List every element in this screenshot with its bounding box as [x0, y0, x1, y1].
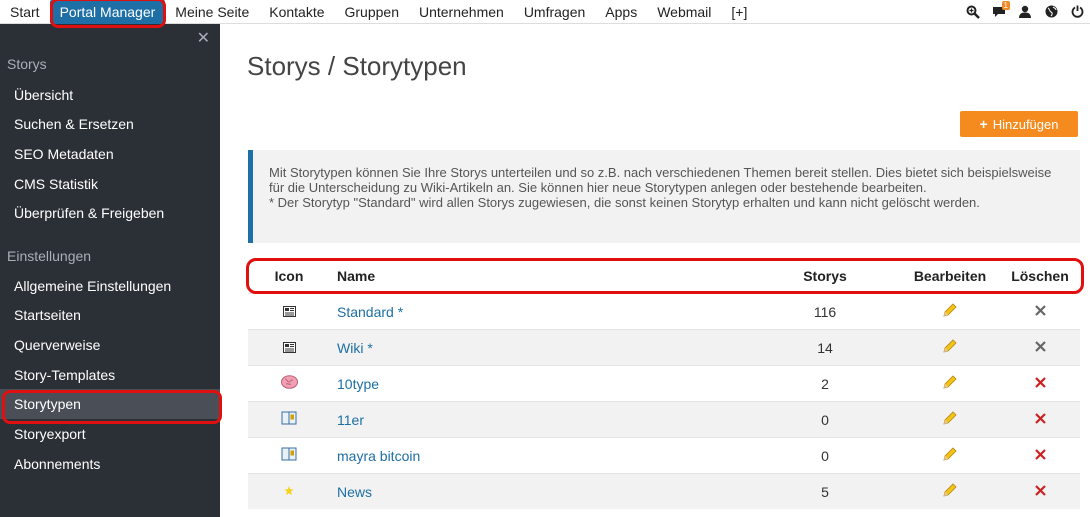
- story-count: 2: [821, 375, 829, 392]
- header-bearbeiten: Bearbeiten: [913, 267, 987, 284]
- sidebar-item-ueberpruefen[interactable]: Überprüfen & Freigeben: [0, 198, 220, 228]
- storytype-link[interactable]: Wiki *: [337, 340, 373, 356]
- sidebar-item-story-templates[interactable]: Story-Templates: [0, 360, 220, 390]
- delete-icon[interactable]: [1034, 376, 1047, 392]
- close-sidebar-icon[interactable]: ✕: [197, 28, 210, 48]
- book-icon: [281, 447, 297, 464]
- notification-badge: 1: [1001, 0, 1010, 10]
- pencil-icon[interactable]: [942, 446, 958, 465]
- plus-icon: +: [979, 116, 988, 132]
- pencil-icon[interactable]: [942, 302, 958, 321]
- table-row: News 5: [248, 473, 1080, 509]
- sidebar-section-storys: Storys: [7, 56, 47, 72]
- top-navigation: Start Portal Manager Meine Seite Kontakt…: [0, 0, 1090, 24]
- story-count: 14: [817, 339, 833, 356]
- table-row: 10type 2: [248, 365, 1080, 401]
- storytype-link[interactable]: 10type: [337, 376, 379, 392]
- add-button[interactable]: + Hinzufügen: [960, 111, 1078, 137]
- sidebar-section-einstellungen: Einstellungen: [7, 248, 92, 264]
- pencil-icon[interactable]: [942, 374, 958, 393]
- sidebar-item-querverweise[interactable]: Querverweise: [0, 330, 220, 360]
- header-loeschen: Löschen: [1011, 267, 1069, 284]
- zoom-search-icon[interactable]: [960, 0, 986, 24]
- sidebar-item-abonnements[interactable]: Abonnements: [0, 449, 220, 479]
- nav-apps[interactable]: Apps: [595, 0, 647, 24]
- delete-disabled-icon: [1034, 340, 1047, 356]
- story-count: 116: [813, 303, 837, 320]
- delete-disabled-icon: [1034, 304, 1047, 320]
- table-row: 11er 0: [248, 401, 1080, 437]
- nav-gruppen[interactable]: Gruppen: [335, 0, 409, 24]
- delete-icon[interactable]: [1034, 412, 1047, 428]
- table-row: Wiki * 14: [248, 329, 1080, 365]
- info-note: * Der Storytyp "Standard" wird allen Sto…: [269, 195, 980, 210]
- nav-meine-seite[interactable]: Meine Seite: [165, 0, 259, 24]
- pencil-icon[interactable]: [942, 482, 958, 501]
- nav-kontakte[interactable]: Kontakte: [259, 0, 334, 24]
- story-count: 5: [821, 483, 829, 500]
- nav-portal-manager[interactable]: Portal Manager: [49, 0, 166, 24]
- sidebar-item-allgemeine-einstellungen[interactable]: Allgemeine Einstellungen: [0, 271, 220, 301]
- nav-unternehmen[interactable]: Unternehmen: [409, 0, 514, 24]
- newspaper-icon: [282, 304, 296, 320]
- storytype-link[interactable]: Standard *: [337, 304, 403, 320]
- pencil-icon[interactable]: [942, 410, 958, 429]
- sidebar-item-cms-statistik[interactable]: CMS Statistik: [0, 169, 220, 199]
- storytype-link[interactable]: News: [337, 484, 372, 500]
- user-icon[interactable]: [1012, 0, 1038, 24]
- sidebar: ✕ Storys Übersicht Suchen & Ersetzen SEO…: [0, 24, 220, 517]
- brain-icon: [280, 375, 298, 392]
- header-name: Name: [337, 267, 376, 284]
- globe-icon[interactable]: [1038, 0, 1064, 24]
- nav-webmail[interactable]: Webmail: [647, 0, 721, 24]
- delete-icon[interactable]: [1034, 448, 1047, 464]
- star-icon: [283, 484, 295, 500]
- power-icon[interactable]: [1064, 0, 1090, 24]
- sidebar-item-suchen-ersetzen[interactable]: Suchen & Ersetzen: [0, 109, 220, 139]
- storytype-link[interactable]: 11er: [337, 412, 364, 428]
- story-count: 0: [821, 447, 829, 464]
- sidebar-item-seo-metadaten[interactable]: SEO Metadaten: [0, 139, 220, 169]
- sidebar-item-uebersicht[interactable]: Übersicht: [0, 80, 220, 110]
- story-count: 0: [821, 411, 829, 428]
- header-icon: Icon: [274, 267, 304, 284]
- nav-more[interactable]: [+]: [721, 0, 757, 24]
- nav-start[interactable]: Start: [0, 0, 50, 24]
- add-button-label: Hinzufügen: [992, 116, 1059, 132]
- nav-umfragen[interactable]: Umfragen: [514, 0, 595, 24]
- table-row: mayra bitcoin 0: [248, 437, 1080, 473]
- storytype-link[interactable]: mayra bitcoin: [337, 448, 420, 464]
- nav-tools: 1: [960, 0, 1090, 24]
- messages-icon[interactable]: 1: [986, 0, 1012, 24]
- table-row: Standard * 116: [248, 293, 1080, 329]
- header-storys: Storys: [803, 267, 847, 284]
- delete-icon[interactable]: [1034, 484, 1047, 500]
- info-text: Mit Storytypen können Sie Ihre Storys un…: [269, 165, 1052, 195]
- table-header: Icon Name Storys Bearbeiten Löschen: [248, 259, 1080, 292]
- sidebar-item-storyexport[interactable]: Storyexport: [0, 419, 220, 449]
- pencil-icon[interactable]: [942, 338, 958, 357]
- sidebar-item-storytypen[interactable]: Storytypen: [0, 389, 220, 419]
- newspaper-icon: [282, 340, 296, 356]
- page-title: Storys / Storytypen: [247, 51, 467, 81]
- sidebar-item-startseiten[interactable]: Startseiten: [0, 300, 220, 330]
- book-icon: [281, 411, 297, 428]
- info-box: Mit Storytypen können Sie Ihre Storys un…: [248, 150, 1080, 243]
